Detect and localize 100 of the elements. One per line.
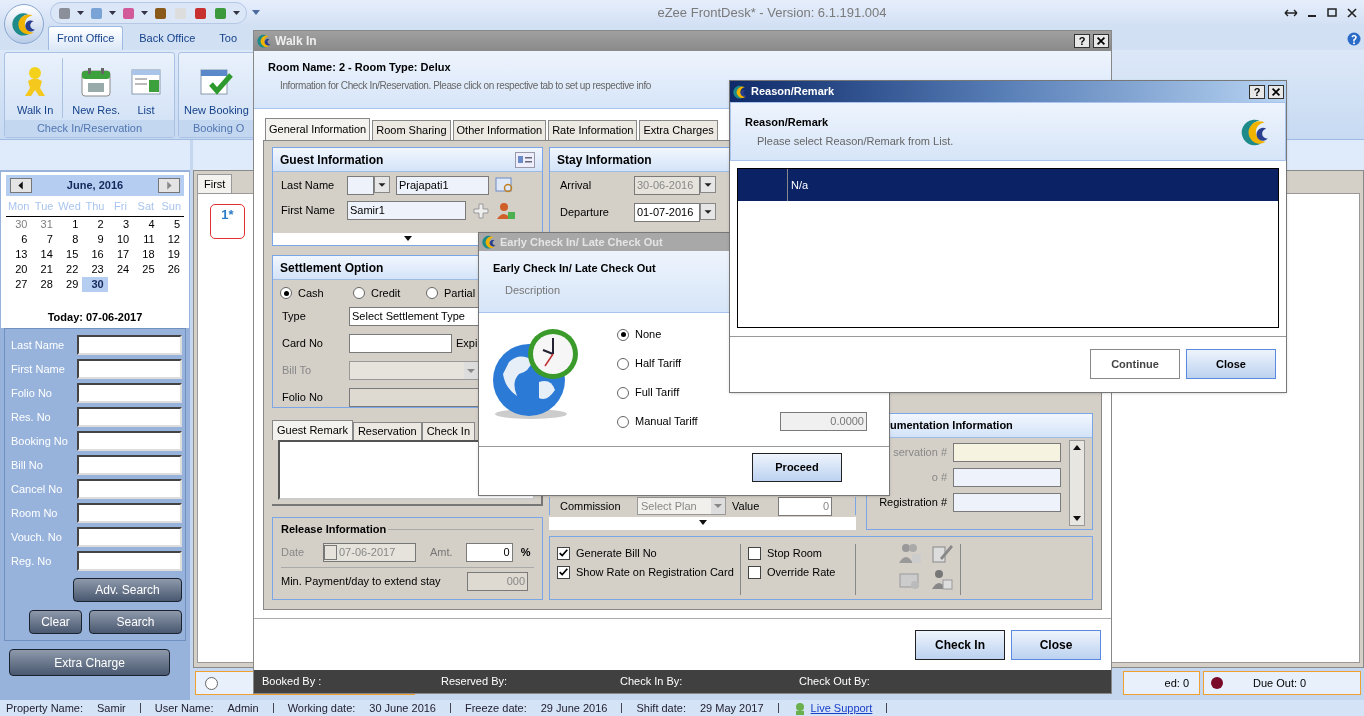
continue-button[interactable]: Continue [1090, 349, 1180, 379]
ribbon-button[interactable]: Walk In [12, 65, 59, 118]
calendar-day[interactable]: 24 [107, 261, 134, 277]
clear-button[interactable]: Clear [29, 610, 82, 634]
close-button[interactable]: Close [1011, 629, 1101, 660]
calendar-day[interactable]: 1 [56, 216, 83, 232]
calendar-day[interactable]: 8 [56, 231, 83, 247]
caret-icon[interactable] [233, 10, 240, 16]
calendar-day[interactable]: 26 [158, 261, 184, 277]
close-icon[interactable] [1268, 84, 1284, 99]
ribbon-tab[interactable]: Back Office [131, 26, 204, 50]
app-menu-button[interactable] [4, 4, 44, 44]
radio-option[interactable]: Full Tariff [617, 384, 680, 401]
tab[interactable]: Reservation [352, 422, 422, 440]
calendar-day[interactable]: 3 [107, 216, 134, 232]
title-field[interactable] [347, 176, 374, 195]
input-field[interactable] [76, 503, 182, 523]
radio-option[interactable]: Cash [280, 285, 353, 302]
previous-month-button[interactable] [10, 178, 32, 193]
radio-empty[interactable] [353, 287, 365, 300]
input-field[interactable] [349, 333, 452, 353]
calendar-day[interactable]: 14 [31, 246, 57, 262]
calendar-day[interactable]: 7 [31, 231, 57, 247]
input-field[interactable]: Prajapati1 [396, 176, 489, 195]
scrollbar[interactable] [1069, 440, 1085, 526]
calendar-day[interactable]: 4 [133, 216, 159, 232]
calendar-day[interactable]: 25 [133, 261, 159, 277]
checkbox-label[interactable]: Show Rate on Registration Card [576, 564, 734, 581]
caret-icon[interactable] [77, 10, 84, 16]
input-field[interactable]: 0.0000 [780, 412, 867, 431]
check-in-button[interactable]: Check In [915, 629, 1005, 660]
tab[interactable]: Rate Information [548, 120, 638, 140]
date-field[interactable]: 01-07-2016 [634, 203, 700, 222]
input-field[interactable] [76, 479, 182, 499]
expand-icon[interactable] [402, 233, 413, 243]
calendar-day[interactable]: 28 [31, 276, 57, 292]
ribbon-tab[interactable]: Front Office [48, 26, 124, 50]
calendar-day[interactable]: 19 [158, 246, 184, 262]
checkbox-label[interactable]: Generate Bill No [576, 545, 657, 562]
input-field[interactable] [953, 443, 1061, 462]
radio-selected[interactable] [280, 287, 292, 300]
room-tile[interactable]: 1* [210, 204, 245, 239]
live-support-link[interactable]: Live Support [810, 699, 873, 716]
radio-option[interactable]: Credit [353, 285, 426, 302]
search-button[interactable]: Search [89, 610, 182, 634]
floor-tab[interactable]: First [197, 174, 233, 193]
ribbon-button[interactable]: List [124, 65, 167, 118]
checkbox[interactable] [557, 547, 570, 560]
user-icon[interactable] [496, 201, 516, 220]
calendar-day[interactable]: 2 [82, 216, 108, 232]
radio-option[interactable]: Half Tariff [617, 355, 682, 372]
tab[interactable]: Extra Charges [639, 120, 718, 140]
caret-icon[interactable] [141, 10, 148, 16]
checkbox[interactable] [748, 566, 761, 579]
ribbon-button[interactable]: New Res. [67, 65, 125, 118]
close-button[interactable]: Close [1186, 349, 1276, 379]
input-field[interactable] [953, 493, 1061, 512]
extra-charge-button[interactable]: Extra Charge [9, 649, 170, 676]
checkbox-label[interactable]: Override Rate [767, 564, 836, 581]
help-icon[interactable] [1347, 32, 1361, 46]
tab[interactable]: Room Sharing [372, 120, 451, 140]
search-icon[interactable] [495, 176, 515, 195]
tab[interactable]: Check In [421, 422, 476, 440]
tab[interactable]: General Information [265, 118, 371, 140]
radio-option[interactable]: None [617, 326, 662, 343]
ribbon-tab[interactable]: Too [211, 26, 246, 50]
advanced-search-button[interactable]: Adv. Search [73, 578, 182, 602]
calendar-day[interactable]: 22 [56, 261, 83, 277]
input-field[interactable] [76, 359, 182, 379]
maximize-icon[interactable] [1326, 8, 1338, 18]
calendar-day[interactable]: 12 [158, 231, 184, 247]
calendar-day[interactable]: 10 [107, 231, 134, 247]
input-field[interactable]: Samir1 [347, 201, 466, 220]
radio-empty[interactable] [617, 357, 629, 370]
calendar-day[interactable]: 30 [82, 276, 108, 292]
input-field[interactable] [76, 455, 182, 475]
calendar-day[interactable]: 11 [133, 231, 159, 247]
close-icon[interactable] [1346, 8, 1358, 18]
calendar-day[interactable]: 29 [56, 276, 83, 292]
radio-selected[interactable] [617, 328, 629, 341]
tab[interactable]: Guest Remark [272, 420, 353, 440]
proceed-button[interactable]: Proceed [752, 453, 842, 482]
input-field[interactable] [953, 468, 1061, 487]
input-field[interactable] [76, 407, 182, 427]
calendar-day[interactable]: 31 [31, 216, 57, 232]
input-field[interactable] [76, 431, 182, 451]
caret-icon[interactable] [109, 10, 116, 16]
calendar-day[interactable]: 18 [133, 246, 159, 262]
calendar-day[interactable]: 5 [158, 216, 184, 232]
calendar-day[interactable]: 17 [107, 246, 134, 262]
checkbox[interactable] [557, 566, 570, 579]
expand-icon[interactable] [697, 517, 708, 527]
calendar-day[interactable]: 23 [82, 261, 108, 277]
person-document-icon[interactable] [930, 568, 954, 590]
help-button[interactable]: ? [1074, 34, 1090, 48]
caret-icon[interactable] [252, 10, 260, 16]
checkbox-label[interactable]: Stop Room [767, 545, 823, 562]
ribbon-button[interactable]: New Booking [179, 65, 254, 118]
radio-empty[interactable] [617, 415, 629, 428]
calendar-day[interactable]: 30 [6, 216, 32, 232]
